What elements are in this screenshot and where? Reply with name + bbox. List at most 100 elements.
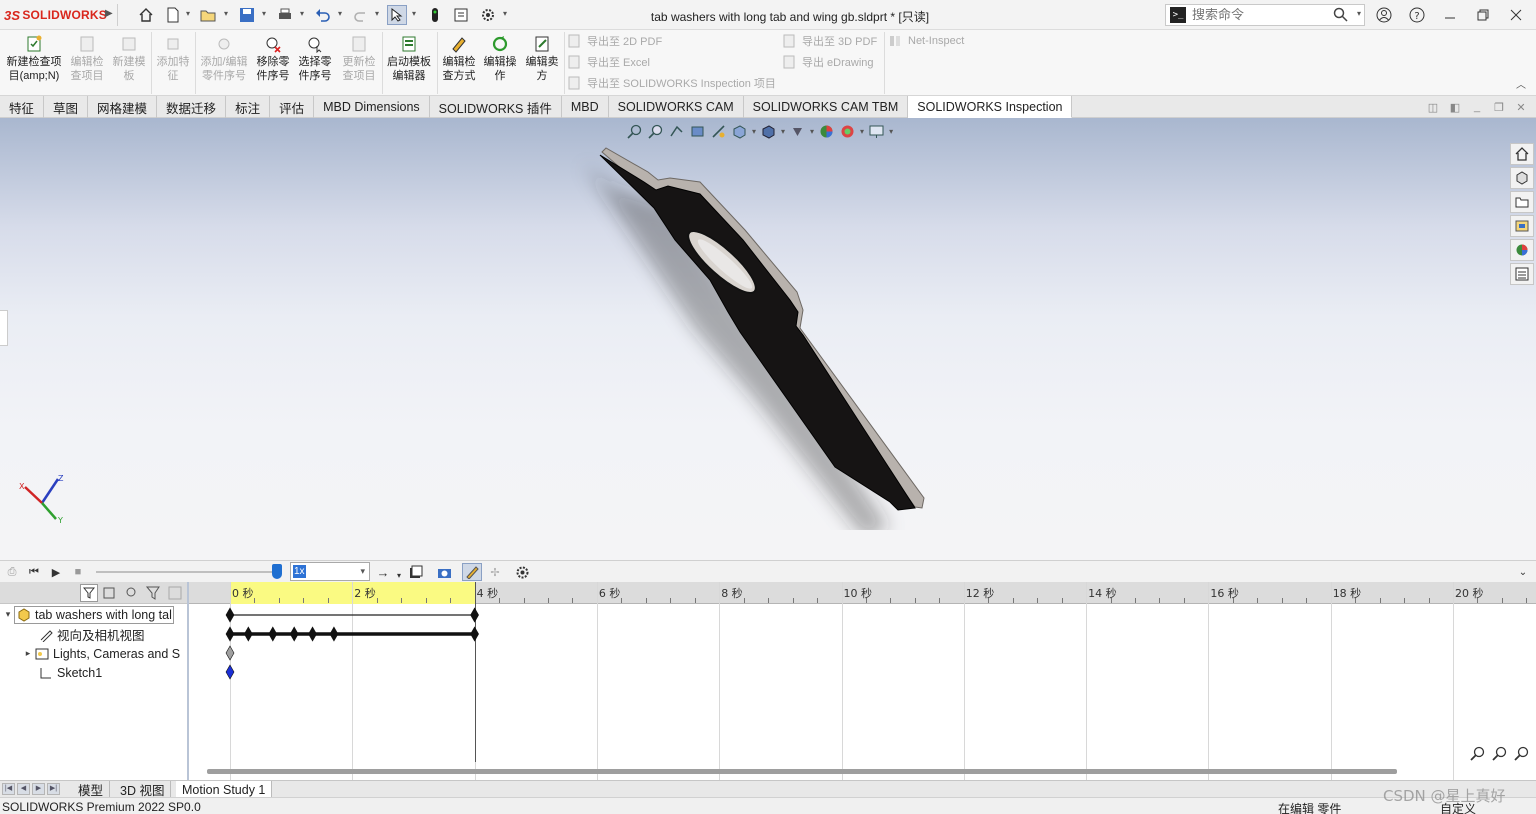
tab-features[interactable]: 特征 — [0, 96, 45, 118]
zoom-fit-icon[interactable] — [1512, 744, 1530, 762]
animation-wizard-icon[interactable] — [436, 564, 452, 580]
tree-item-lights-cameras[interactable]: ▸ Lights, Cameras and S — [22, 644, 186, 663]
launch-template-editor-button[interactable]: 启动模板 编辑器 — [383, 33, 435, 93]
autofit-icon[interactable] — [167, 585, 183, 604]
restore-icon[interactable] — [1472, 5, 1494, 25]
tab-washer-part-model[interactable] — [560, 130, 960, 530]
options-dropdown-icon[interactable]: ▾ — [503, 9, 507, 18]
tree-item-part[interactable]: ▾ tab washers with long tal — [2, 605, 188, 624]
export-3d-pdf-button[interactable]: 导出至 3D PDF — [782, 32, 877, 50]
search-icon[interactable] — [1333, 7, 1348, 25]
tab-data-migration[interactable]: 数据迁移 — [157, 96, 227, 118]
view-key-diamond[interactable] — [308, 626, 317, 642]
remove-balloon-button[interactable]: 移除零 件序号 — [253, 33, 293, 93]
new-document-icon[interactable] — [163, 5, 183, 25]
select-pointer-icon[interactable] — [387, 5, 407, 25]
last-tab-icon[interactable]: ▶| — [47, 783, 60, 795]
prev-tab-icon[interactable]: ◀ — [17, 783, 30, 795]
undo-icon[interactable] — [313, 5, 333, 25]
motion-study-properties-icon[interactable] — [514, 564, 530, 580]
tree-item-sketch1[interactable]: Sketch1 — [26, 663, 186, 682]
print-icon[interactable] — [275, 5, 295, 25]
tab-model[interactable]: 模型 — [72, 781, 111, 798]
rebuild-icon[interactable] — [425, 5, 445, 25]
zoom-in-icon[interactable] — [1468, 744, 1486, 762]
minimize-icon[interactable] — [1439, 5, 1461, 25]
export-excel-button[interactable]: 导出至 Excel — [567, 53, 650, 71]
open-dropdown-icon[interactable]: ▾ — [224, 9, 228, 18]
view-key-diamond[interactable] — [268, 626, 278, 642]
appearances-scenes-icon[interactable] — [1510, 239, 1534, 261]
export-2d-pdf-button[interactable]: 导出至 2D PDF — [567, 32, 662, 50]
viewport-restore-icon[interactable]: ❐ — [1492, 100, 1506, 114]
save-dropdown-icon[interactable]: ▾ — [262, 9, 266, 18]
tree-item-view-camera[interactable]: 视向及相机视图 — [26, 625, 186, 644]
tab-solidworks-cam-tbm[interactable]: SOLIDWORKS CAM TBM — [744, 96, 909, 118]
new-template-button[interactable]: 新建模 板 — [108, 33, 150, 93]
tab-sketch[interactable]: 草图 — [44, 96, 89, 118]
playback-mode-icon[interactable]: → — [375, 564, 391, 580]
search-input[interactable] — [1192, 7, 1327, 23]
part-key-diamond[interactable] — [225, 607, 235, 623]
logo-menu-arrow-icon[interactable]: ▶ — [105, 8, 113, 19]
filter-results-icon[interactable] — [145, 585, 162, 604]
tab-solidworks-inspection[interactable]: SOLIDWORKS Inspection — [908, 96, 1073, 118]
tab-solidworks-addins[interactable]: SOLIDWORKS 插件 — [430, 96, 562, 118]
playback-speed-select[interactable]: 1x ▾ — [290, 562, 370, 581]
stop-icon[interactable]: ■ — [70, 564, 86, 580]
tab-mbd-dimensions[interactable]: MBD Dimensions — [314, 96, 430, 118]
speed-dropdown-icon[interactable]: ▾ — [360, 566, 365, 577]
home-icon[interactable] — [136, 5, 156, 25]
tab-mesh-modeling[interactable]: 网格建模 — [88, 96, 158, 118]
view-palette-icon[interactable] — [1510, 215, 1534, 237]
sketch-key-diamond[interactable] — [225, 664, 235, 680]
motion-timeline[interactable]: 0 秒2 秒4 秒6 秒8 秒 10 秒 12 秒 14 秒 16 秒 18 秒 20 秒 — [189, 582, 1536, 780]
save-animation-icon[interactable] — [408, 564, 424, 580]
next-tab-icon[interactable]: ▶ — [32, 783, 45, 795]
calculate-icon[interactable]: ⎙ — [4, 564, 20, 580]
new-dropdown-icon[interactable]: ▾ — [186, 9, 190, 18]
save-icon[interactable] — [237, 5, 257, 25]
view-key-diamond[interactable] — [243, 626, 253, 642]
design-library-icon[interactable] — [1510, 167, 1534, 189]
filter-selected-icon[interactable] — [124, 585, 140, 604]
file-properties-icon[interactable] — [451, 5, 471, 25]
autokey-icon[interactable] — [462, 563, 482, 581]
zoom-out-icon[interactable] — [1490, 744, 1508, 762]
export-sw-inspection-button[interactable]: 导出至 SOLIDWORKS Inspection 项目 — [567, 74, 776, 92]
tile-left-icon[interactable]: ◫ — [1426, 100, 1440, 114]
collapse-motion-manager-icon[interactable]: ⌄ — [1515, 564, 1531, 580]
print-dropdown-icon[interactable]: ▾ — [300, 9, 304, 18]
view-key-diamond[interactable] — [329, 626, 339, 642]
playback-mode-dropdown-icon[interactable]: ▾ — [391, 567, 407, 583]
tab-solidworks-cam[interactable]: SOLIDWORKS CAM — [609, 96, 744, 118]
options-gear-icon[interactable] — [478, 5, 498, 25]
search-dropdown-icon[interactable]: ▾ — [1357, 9, 1361, 18]
feature-manager-toggle-handle[interactable] — [0, 310, 8, 346]
open-folder-icon[interactable] — [199, 5, 219, 25]
viewport-minimize-icon[interactable]: _ — [1470, 100, 1484, 114]
edit-inspection-method-button[interactable]: 编辑检 查方式 — [438, 33, 480, 93]
play-from-start-icon[interactable]: ⏮ — [26, 564, 42, 580]
tab-motion-study-1[interactable]: Motion Study 1 — [176, 781, 273, 798]
select-dropdown-icon[interactable]: ▾ — [412, 9, 416, 18]
first-tab-icon[interactable]: |◀ — [2, 783, 15, 795]
select-balloon-button[interactable]: 选择零 件序号 — [294, 33, 336, 93]
tab-3d-views[interactable]: 3D 视图 — [114, 781, 172, 798]
expand-arrow-icon[interactable]: ▸ — [22, 648, 34, 659]
redo-icon[interactable] — [351, 5, 371, 25]
export-edrawing-button[interactable]: 导出 eDrawing — [782, 53, 874, 71]
net-inspect-button[interactable]: Net-Inspect — [888, 32, 964, 50]
file-explorer-icon[interactable] — [1510, 191, 1534, 213]
collapse-ribbon-icon[interactable]: ︿ — [1516, 76, 1526, 91]
add-feature-button[interactable]: 添加特 征 — [152, 33, 194, 93]
edit-operation-button[interactable]: 编辑操 作 — [480, 33, 520, 93]
task-pane-home-icon[interactable] — [1510, 143, 1534, 165]
search-commands-box[interactable]: >_ ▾ — [1165, 4, 1365, 26]
tab-evaluate[interactable]: 评估 — [270, 96, 315, 118]
view-key-diamond[interactable] — [289, 626, 299, 642]
edit-inspection-button[interactable]: 编辑检 查项目 — [66, 33, 108, 93]
lights-key-diamond[interactable] — [225, 645, 235, 661]
edit-vendor-button[interactable]: 编辑卖 方 — [521, 33, 563, 93]
play-icon[interactable]: ▶ — [48, 564, 64, 580]
